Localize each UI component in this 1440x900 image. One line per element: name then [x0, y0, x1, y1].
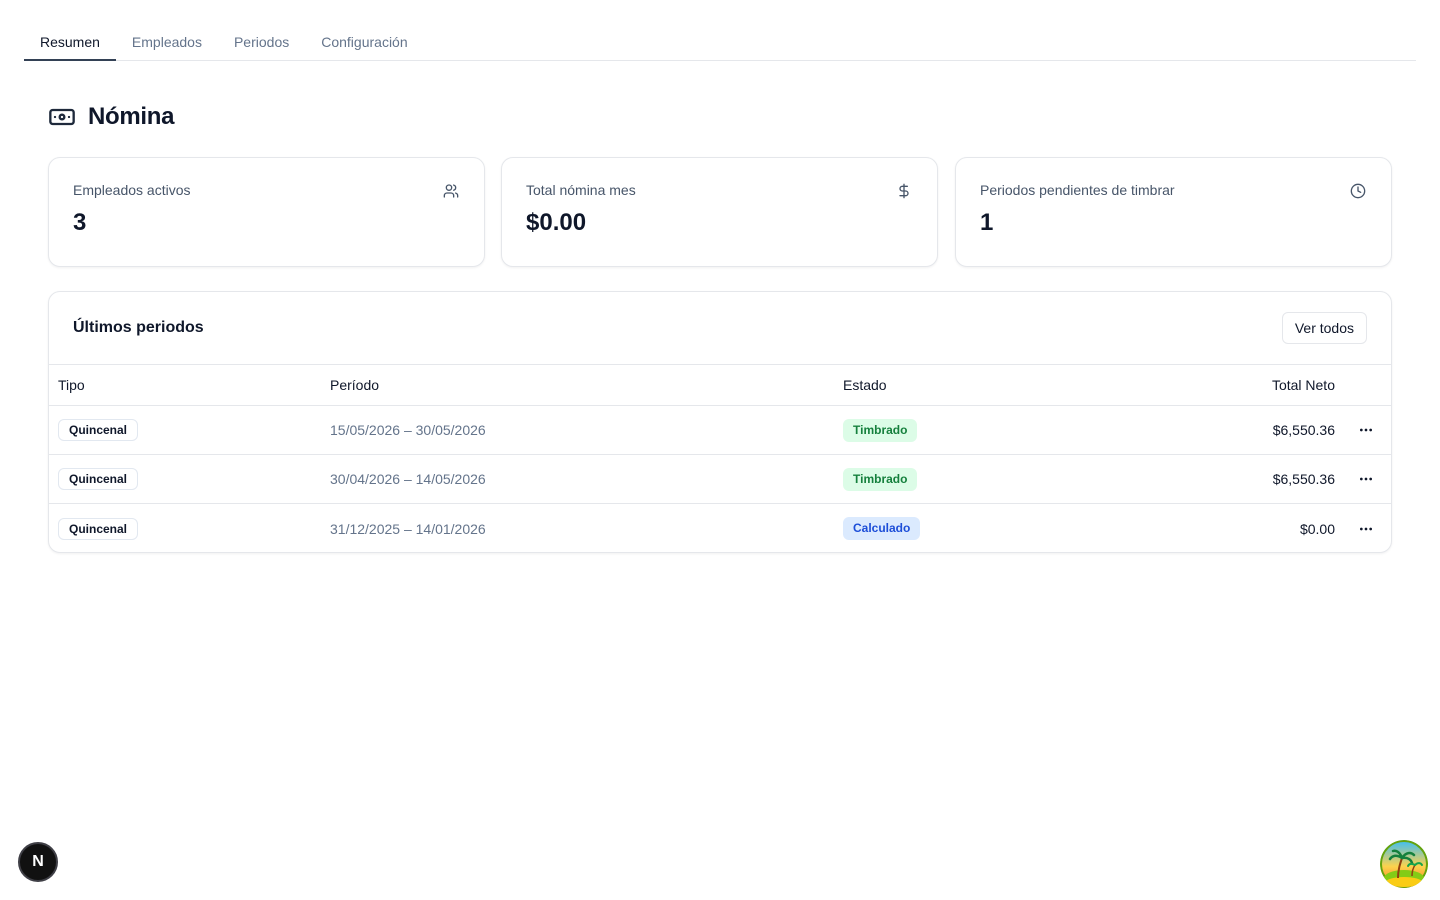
table-row[interactable]: Quincenal 15/05/2026 – 30/05/2026 Timbra…: [49, 406, 1391, 455]
net-total: $6,550.36: [1272, 422, 1335, 438]
tab-bar: Resumen Empleados Periodos Configuración: [24, 24, 1416, 61]
stat-label: Periodos pendientes de timbrar: [980, 182, 1175, 198]
stat-card-total-nomina: Total nómina mes $0.00: [501, 157, 938, 267]
column-header-total: Total Neto: [1271, 377, 1335, 393]
period-range: 31/12/2025 – 14/01/2026: [330, 520, 486, 537]
stat-value: $0.00: [526, 209, 587, 236]
table-row[interactable]: Quincenal 30/04/2026 – 14/05/2026 Timbra…: [49, 455, 1391, 504]
row-actions-button[interactable]: [1357, 504, 1375, 552]
net-total: $6,550.36: [1272, 471, 1335, 487]
beach-avatar-icon: [1380, 840, 1428, 888]
more-horizontal-icon: [1360, 527, 1372, 530]
tab-configuracion[interactable]: Configuración: [305, 24, 423, 60]
stat-label: Empleados activos: [73, 182, 191, 198]
type-badge: Quincenal: [58, 419, 139, 441]
tab-empleados[interactable]: Empleados: [116, 24, 218, 60]
status-badge: Calculado: [843, 517, 921, 540]
page-title: Nómina: [88, 103, 175, 130]
tab-periodos[interactable]: Periodos: [218, 24, 305, 60]
more-horizontal-icon: [1360, 428, 1372, 432]
more-horizontal-icon: [1360, 477, 1372, 481]
stat-value: 1: [980, 209, 994, 236]
row-actions-button[interactable]: [1357, 406, 1375, 454]
status-badge: Timbrado: [843, 418, 918, 442]
latest-periods-card: Últimos periodos Ver todos Tipo Período …: [48, 291, 1392, 553]
clock-icon: [1349, 182, 1367, 200]
banknote-icon: [48, 103, 76, 131]
stat-card-empleados: Empleados activos 3: [48, 157, 485, 267]
column-header-estado: Estado: [843, 377, 887, 393]
page-header: Nómina: [48, 100, 175, 134]
type-badge: Quincenal: [58, 468, 139, 490]
view-all-button[interactable]: Ver todos: [1281, 312, 1367, 344]
card-title: Últimos periodos: [73, 319, 204, 336]
type-badge: Quincenal: [58, 517, 139, 540]
n-logo-letter: N: [32, 853, 44, 870]
column-header-tipo: Tipo: [58, 377, 85, 393]
card-header: Últimos periodos Ver todos: [49, 292, 1391, 365]
column-header-periodo: Período: [330, 377, 380, 393]
period-range: 15/05/2026 – 30/05/2026: [330, 422, 486, 438]
stat-value: 3: [73, 209, 87, 236]
net-total: $0.00: [1299, 520, 1335, 537]
row-actions-button[interactable]: [1357, 455, 1375, 503]
status-badge: Timbrado: [843, 467, 918, 491]
dollar-icon: [895, 182, 913, 200]
period-range: 30/04/2026 – 14/05/2026: [330, 471, 486, 487]
table-header: Tipo Período Estado Total Neto: [49, 365, 1391, 406]
tab-resumen[interactable]: Resumen: [24, 24, 116, 61]
stat-card-pendientes: Periodos pendientes de timbrar 1: [955, 157, 1392, 267]
users-icon: [442, 182, 460, 200]
user-avatar[interactable]: [1380, 840, 1428, 888]
stat-label: Total nómina mes: [526, 182, 636, 198]
dev-tools-button[interactable]: N: [18, 842, 58, 882]
table-row[interactable]: Quincenal 31/12/2025 – 14/01/2026 Calcul…: [49, 504, 1391, 552]
